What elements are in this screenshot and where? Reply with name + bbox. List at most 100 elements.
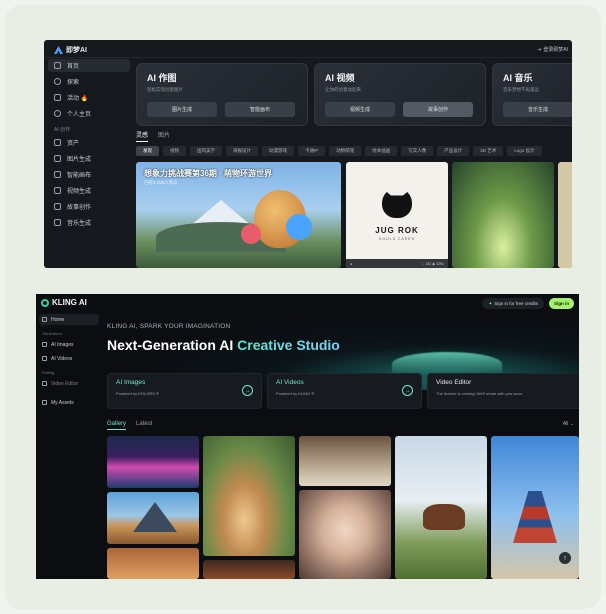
card-subtitle: Powered by KOLORS ® [116, 391, 159, 396]
feature-card-ai-music: AI 音乐 音乐梦想不再遥远 音乐生成 [492, 63, 572, 126]
gallery-image-fire[interactable] [203, 560, 295, 579]
pyramid-shape [133, 502, 177, 532]
heart-icon: ♡ [421, 261, 425, 266]
gallery-tile-partial[interactable] [558, 162, 572, 268]
tab-images[interactable]: 图片 [158, 130, 170, 142]
chip[interactable]: 产品设计 [437, 146, 470, 156]
arrow-right-icon[interactable]: → [402, 385, 413, 396]
story-create-button[interactable]: 故事创作 [403, 102, 473, 117]
gallery-image-city[interactable] [107, 436, 199, 488]
login-button[interactable]: ⇥ 登录即梦AI [537, 46, 568, 54]
kling-logo[interactable]: KLING AI [41, 298, 87, 307]
sidebar-item-home[interactable]: 首页 [48, 59, 130, 72]
sidebar-item-ai-images[interactable]: AI Images [36, 339, 102, 350]
sidebar-item-story[interactable]: 故事创作 [44, 200, 132, 213]
smart-canvas-button[interactable]: 智能画布 [225, 102, 295, 117]
feature-subtitle: 音乐梦想不再遥远 [503, 87, 539, 92]
view-count: 3291 [436, 261, 444, 266]
jimeng-logo[interactable]: 即梦AI [54, 45, 87, 55]
folder-icon [42, 400, 47, 405]
gallery-image-portrait[interactable] [299, 490, 391, 579]
sidebar-item-video-gen[interactable]: 视频生成 [44, 184, 132, 197]
card-title: AI Images [116, 379, 146, 386]
scroll-top-button[interactable]: ↑ [559, 552, 571, 564]
sidebar-item-my-assets[interactable]: My Assets [36, 397, 102, 408]
chip[interactable]: 海报设计 [226, 146, 258, 156]
gallery-image-desert[interactable] [107, 548, 199, 579]
tile-meta: ● ♡ 153 ◉ 3291 [346, 259, 448, 268]
feature-title: AI 作图 [147, 73, 177, 83]
sidebar-item-canvas[interactable]: 智能画布 [44, 168, 132, 181]
arrow-right-icon[interactable]: → [242, 385, 253, 396]
headline-main: Next-Generation AI [107, 337, 238, 353]
creature-blue [286, 214, 312, 240]
free-credits-label: Sign in for free credits [494, 301, 538, 306]
chip[interactable]: 卡通IP [298, 146, 326, 156]
sign-in-button[interactable]: Sign in [549, 298, 574, 309]
jimeng-sidebar: 首页 探索 活动 🔥 个人主页 AI 创作 资产 图片生成 智能画布 视频生成 … [44, 59, 132, 268]
sidebar-item-explore[interactable]: 探索 [44, 75, 132, 88]
temple-shape [513, 491, 557, 543]
sidebar-item-image-gen[interactable]: 图片生成 [44, 152, 132, 165]
image-gen-button[interactable]: 图片生成 [147, 102, 217, 117]
chip[interactable]: 绘本插画 [365, 146, 398, 156]
chip[interactable]: 发现 [136, 146, 159, 156]
chip[interactable]: 3D 艺术 [473, 146, 504, 156]
chip[interactable]: 写实人像 [401, 146, 434, 156]
filter-dropdown[interactable]: All ⌄ [563, 421, 574, 427]
chip[interactable]: 视频 [163, 146, 186, 156]
video-icon [42, 356, 47, 361]
image-icon [54, 155, 61, 162]
eye-icon: ◉ [432, 261, 436, 266]
free-credits-button[interactable]: ✦ Sign in for free credits [482, 298, 544, 309]
sidebar-item-ai-videos[interactable]: AI Videos [36, 353, 102, 364]
sidebar-item-assets[interactable]: 资产 [44, 136, 132, 149]
ai-videos-card[interactable]: AI Videos Powered by KLING ® → [267, 373, 422, 409]
sidebar-item-music[interactable]: 音乐生成 [44, 216, 132, 229]
hero-headline: Next-Generation AI Creative Studio [107, 337, 340, 353]
banner-subtitle: 已有2,156人参与 [144, 180, 178, 185]
chip[interactable]: Logo 设计 [507, 146, 542, 156]
sidebar-item-home[interactable]: Home [39, 314, 99, 325]
video-editor-card[interactable]: Video Editor The feature is coming! We'l… [427, 373, 579, 409]
chip[interactable]: 国风美学 [190, 146, 222, 156]
gallery-image-glass[interactable] [299, 436, 391, 486]
category-chips: 发现 视频 国风美学 海报设计 动漫游戏 卡通IP 动物萌宠 绘本插画 写实人像… [136, 146, 542, 156]
kling-app-name: KLING AI [52, 298, 87, 307]
jimeng-app-name: 即梦AI [66, 47, 87, 54]
hero-tagline: KLING AI, SPARK YOUR IMAGINATION [107, 323, 231, 330]
card-subtitle: Powered by KLING ® [276, 391, 315, 396]
sidebar-item-video-editor[interactable]: Video Editor [36, 378, 102, 389]
video-icon [54, 187, 61, 194]
tab-gallery[interactable]: Gallery [107, 421, 127, 430]
music-gen-button[interactable]: 音乐生成 [503, 102, 572, 117]
gallery-image-horse[interactable] [395, 436, 487, 579]
gallery-image-kitten[interactable] [203, 436, 295, 556]
tile-stats: ♡ 153 ◉ 3291 [421, 262, 444, 266]
video-gen-button[interactable]: 视频生成 [325, 102, 395, 117]
ai-images-card[interactable]: AI Images Powered by KOLORS ® → [107, 373, 262, 409]
chip[interactable]: 动物萌宠 [329, 146, 362, 156]
card-title: AI Videos [276, 379, 304, 386]
kling-sidebar: Home Generation AI Images AI Videos Edit… [36, 314, 102, 411]
cat-logo-icon [382, 188, 412, 218]
gallery-tile-jug-rok[interactable]: JUG ROK SOULS CARES ● ♡ 153 ◉ 3291 [346, 162, 448, 268]
sidebar-item-profile[interactable]: 个人主页 [44, 107, 132, 120]
sidebar-group-editing: Editing [42, 370, 55, 375]
logo-title: JUG ROK [375, 226, 419, 235]
editor-icon [42, 381, 47, 386]
kling-topbar: KLING AI ✦ Sign in for free credits Sign… [36, 294, 579, 312]
filter-label: All [562, 421, 569, 427]
tab-inspiration[interactable]: 灵感 [136, 130, 149, 142]
tab-latest[interactable]: Latest [136, 421, 152, 430]
chevron-down-icon: ⌄ [569, 421, 574, 427]
challenge-banner[interactable]: 想象力挑战赛第36期 · 萌物环游世界 已有2,156人参与 [136, 162, 341, 268]
login-label: 登录即梦AI [543, 47, 568, 53]
sidebar-item-activity[interactable]: 活动 🔥 [44, 91, 132, 104]
gallery-image-pyramid[interactable] [107, 492, 199, 544]
gallery-tile-fern[interactable] [452, 162, 554, 268]
sidebar-item-label: My Assets [51, 399, 74, 406]
feature-title: AI 音乐 [503, 73, 533, 83]
kling-logo-icon [41, 298, 49, 307]
chip[interactable]: 动漫游戏 [262, 146, 294, 156]
